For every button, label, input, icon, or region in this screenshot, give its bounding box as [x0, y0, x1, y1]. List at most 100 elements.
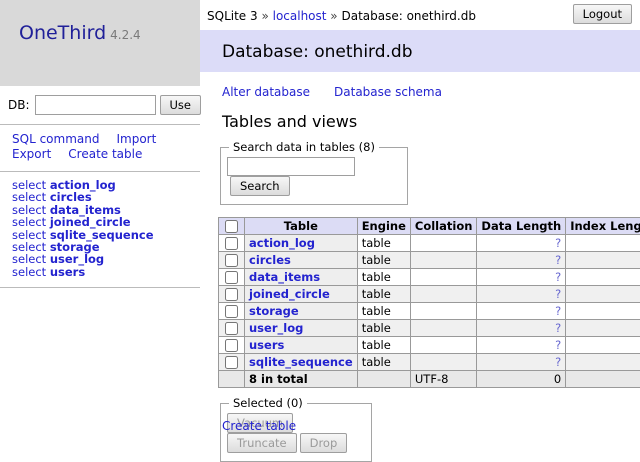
column-header-index-length: Index Length — [566, 218, 640, 235]
cell-collation — [410, 252, 477, 269]
row-checkbox[interactable] — [225, 305, 238, 318]
row-checkbox-cell — [219, 269, 245, 286]
drop-button[interactable]: Drop — [300, 433, 348, 453]
cell-engine: table — [357, 337, 410, 354]
cell-data-length: ? — [477, 320, 566, 337]
table-head: TableEngineCollationData LengthIndex Len… — [219, 218, 640, 235]
row-checkbox[interactable] — [225, 288, 238, 301]
sidebar-link-create-table[interactable]: Create table — [68, 147, 142, 161]
table-name-link[interactable]: data_items — [249, 270, 320, 284]
table-name-link[interactable]: circles — [249, 253, 291, 267]
sidebar-link-row: Export Create table — [12, 147, 200, 162]
footer-engine — [357, 371, 410, 388]
cell-collation — [410, 320, 477, 337]
cell-index-length: ? — [566, 252, 640, 269]
action-link-alter-database[interactable]: Alter database — [222, 85, 310, 99]
table-name-link[interactable]: users — [249, 338, 284, 352]
row-checkbox-cell — [219, 337, 245, 354]
row-checkbox-cell — [219, 320, 245, 337]
db-actions: Alter database Database schema — [200, 72, 640, 99]
data-length-link[interactable]: ? — [555, 270, 561, 284]
section-title: Tables and views — [200, 112, 640, 131]
cell-data-length: ? — [477, 337, 566, 354]
table-body: action_logtable???55circlestable???11dat… — [219, 235, 640, 388]
breadcrumb-item: SQLite 3 — [207, 9, 258, 23]
header-row: TableEngineCollationData LengthIndex Len… — [219, 218, 640, 235]
breadcrumb-item[interactable]: localhost — [273, 9, 327, 23]
create-table-bottom-link[interactable]: Create table — [222, 419, 296, 433]
breadcrumb: SQLite 3 » localhost » Database: onethir… — [207, 9, 476, 23]
cell-table-name: joined_circle — [245, 286, 358, 303]
data-length-link[interactable]: ? — [555, 287, 561, 301]
tables-overview-table: TableEngineCollationData LengthIndex Len… — [218, 217, 640, 388]
sidebar-actions: SQL command Import Export Create table — [0, 125, 200, 171]
app-version: 4.2.4 — [110, 28, 141, 42]
app-title[interactable]: OneThird — [19, 22, 106, 44]
cell-table-name: action_log — [245, 235, 358, 252]
table-row: userstable???66 — [219, 337, 640, 354]
table-name-link[interactable]: storage — [249, 304, 299, 318]
sidebar-link-row: SQL command Import — [12, 132, 200, 147]
use-button[interactable]: Use — [160, 95, 201, 115]
row-checkbox[interactable] — [225, 271, 238, 284]
data-length-link[interactable]: ? — [555, 236, 561, 250]
search-button[interactable]: Search — [230, 176, 290, 196]
sidebar-link-export[interactable]: Export — [12, 147, 51, 161]
cell-data-length: ? — [477, 252, 566, 269]
cell-engine: table — [357, 354, 410, 371]
db-label: DB: — [8, 98, 30, 112]
action-link-database-schema[interactable]: Database schema — [334, 85, 442, 99]
column-header-table: Table — [245, 218, 358, 235]
search-fieldset: Search data in tables (8) Search — [220, 140, 408, 205]
data-length-link[interactable]: ? — [555, 304, 561, 318]
column-header-collation: Collation — [410, 218, 477, 235]
row-checkbox[interactable] — [225, 322, 238, 335]
table-name-link[interactable]: user_log — [249, 321, 303, 335]
cell-table-name: data_items — [245, 269, 358, 286]
truncate-button[interactable]: Truncate — [227, 433, 297, 453]
row-checkbox[interactable] — [225, 356, 238, 369]
row-checkbox[interactable] — [225, 339, 238, 352]
row-checkbox[interactable] — [225, 237, 238, 250]
row-checkbox[interactable] — [225, 254, 238, 267]
cell-collation — [410, 286, 477, 303]
data-length-link[interactable]: ? — [555, 321, 561, 335]
row-checkbox-cell — [219, 286, 245, 303]
row-checkbox-cell — [219, 354, 245, 371]
row-checkbox-cell — [219, 303, 245, 320]
row-checkbox-cell — [219, 252, 245, 269]
table-link-users[interactable]: users — [50, 265, 85, 279]
cell-index-length: ? — [566, 235, 640, 252]
cell-data-length: ? — [477, 235, 566, 252]
data-length-link[interactable]: ? — [555, 253, 561, 267]
select-all-checkbox[interactable] — [225, 220, 238, 233]
main-content: SQLite 3 » localhost » Database: onethir… — [200, 0, 640, 424]
sidebar-divider-2 — [0, 171, 200, 172]
search-input[interactable] — [227, 157, 355, 176]
cell-data-length: ? — [477, 286, 566, 303]
cell-table-name: circles — [245, 252, 358, 269]
db-input[interactable] — [35, 95, 156, 115]
table-row: sqlite_sequencetable???7 — [219, 354, 640, 371]
data-length-link[interactable]: ? — [555, 338, 561, 352]
cell-engine: table — [357, 320, 410, 337]
cell-table-name: sqlite_sequence — [245, 354, 358, 371]
sidebar-link-sql-command[interactable]: SQL command — [12, 132, 99, 146]
cell-engine: table — [357, 303, 410, 320]
data-length-link[interactable]: ? — [555, 355, 561, 369]
table-row: data_itemstable???11512 — [219, 269, 640, 286]
select-list-item: select users — [12, 266, 200, 278]
column-header-data-length: Data Length — [477, 218, 566, 235]
page-title: Database: onethird.db — [200, 30, 640, 72]
cell-index-length: ? — [566, 354, 640, 371]
logout-button[interactable]: Logout — [573, 4, 632, 24]
select-link[interactable]: select — [12, 265, 46, 279]
sidebar: OneThird4.2.4 DB: Use SQL commandImportE… — [0, 0, 200, 424]
header-checkbox-cell — [219, 218, 245, 235]
table-name-link[interactable]: action_log — [249, 236, 315, 250]
table-name-link[interactable]: joined_circle — [249, 287, 330, 301]
selected-legend: Selected (0) — [229, 396, 307, 410]
sidebar-link-import[interactable]: Import — [116, 132, 156, 146]
table-name-link[interactable]: sqlite_sequence — [249, 355, 353, 369]
breadcrumb-separator: » — [326, 9, 341, 23]
